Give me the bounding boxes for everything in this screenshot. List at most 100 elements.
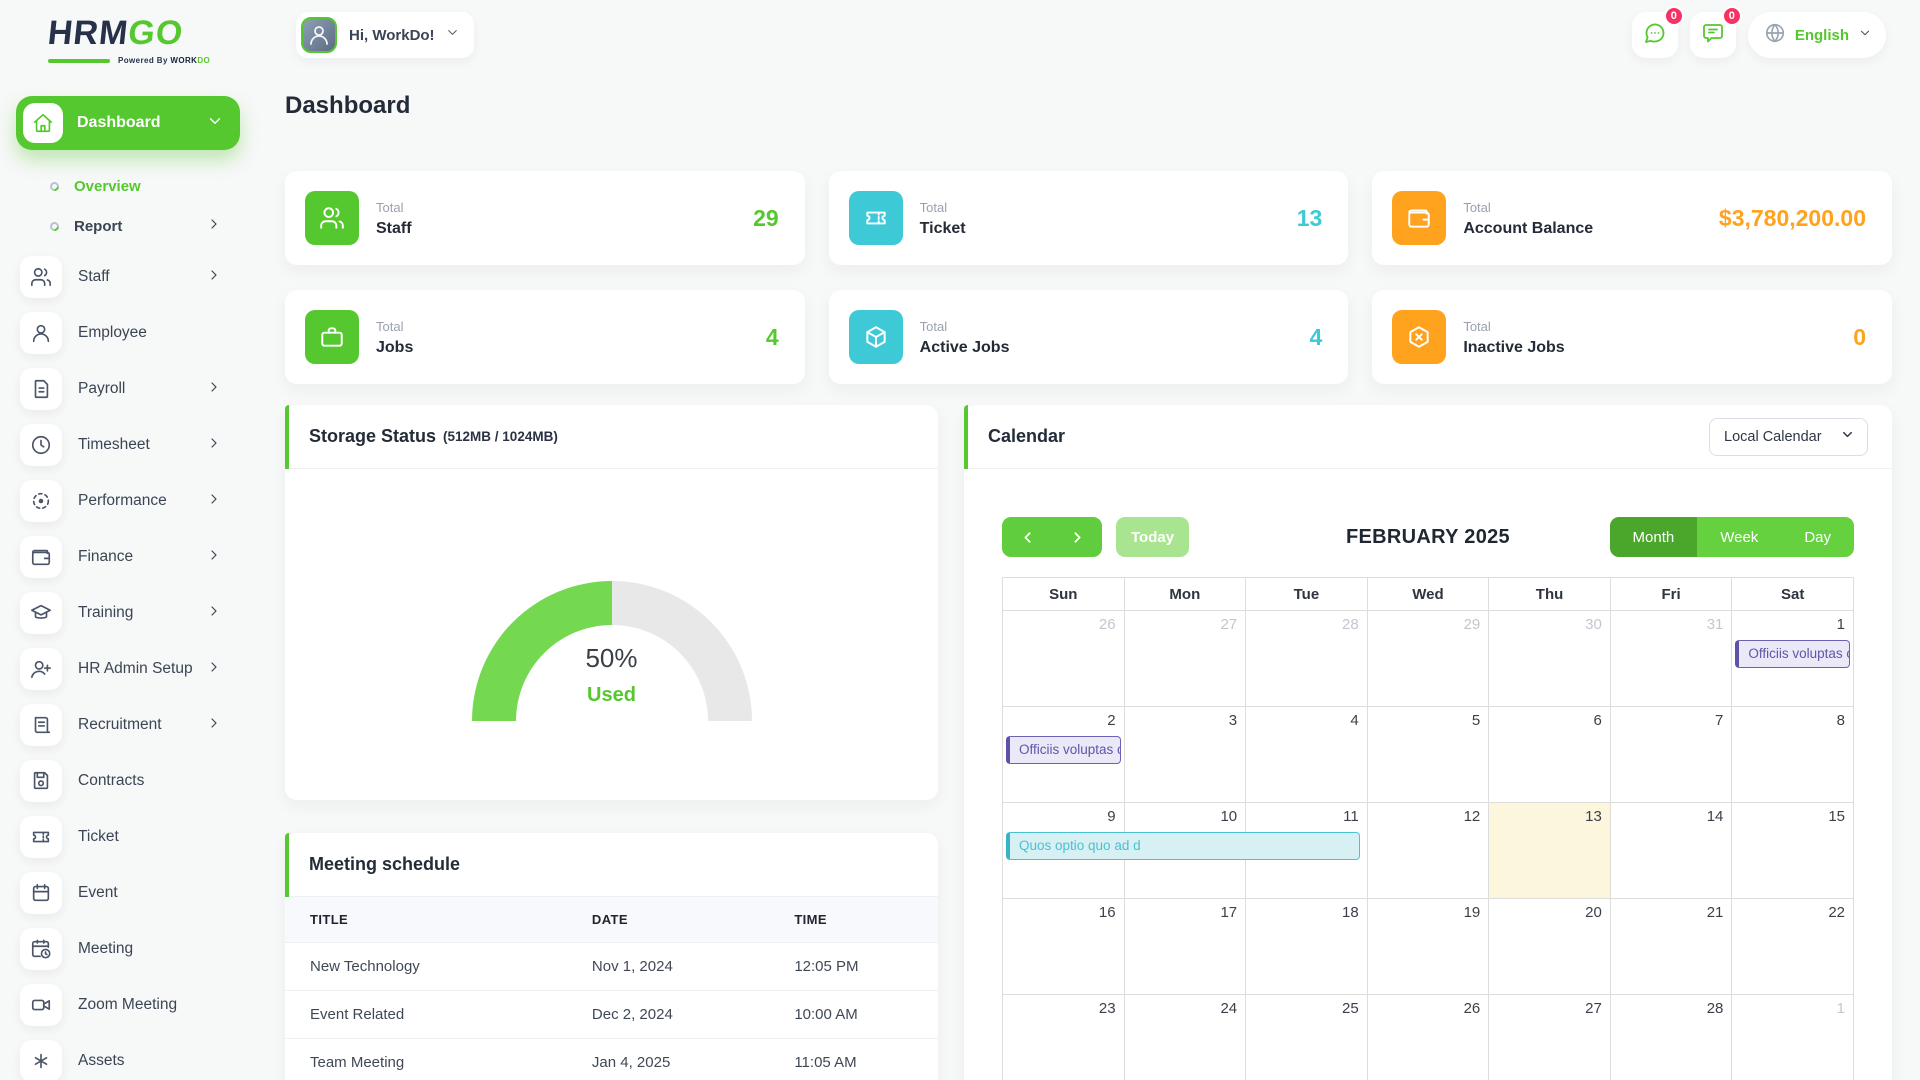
sidebar-item-zoom-meeting[interactable]: Zoom Meeting [0,984,260,1026]
stat-card-staff[interactable]: TotalStaff 29 [285,171,805,265]
gauge-percent-label: 50% [472,643,752,674]
chevron-right-icon [206,216,222,237]
sidebar-item-ticket[interactable]: Ticket [0,816,260,858]
calendar-day-cell[interactable]: 16 [1003,899,1125,995]
sidebar-item-staff[interactable]: Staff [0,256,260,298]
chat-icon [1643,21,1667,50]
calendar-day-cell[interactable]: 6 [1489,707,1611,803]
table-row: New Technology Nov 1, 2024 12:05 PM [285,943,938,991]
sidebar-item-training[interactable]: Training [0,592,260,634]
brand-logo[interactable]: HRMGO Powered By WORKDO [48,16,218,65]
calendar-week-row: 2 Officiis voluptas c 3 4 5 6 7 8 [1003,707,1854,803]
sidebar-item-performance[interactable]: Performance [0,480,260,522]
messages-badge: 0 [1722,6,1742,26]
calendar-day-cell[interactable]: 22 [1732,899,1854,995]
calendar-day-cell[interactable]: 27 [1489,995,1611,1080]
calendar-day-cell[interactable]: 1 Officiis voluptas c [1732,611,1854,707]
user-menu[interactable]: Hi, WorkDo! [296,12,474,58]
users-icon [305,191,359,245]
calendar-day-cell[interactable]: 26 [1367,995,1489,1080]
calendar-day-cell[interactable]: 1 [1732,995,1854,1080]
messages-button[interactable]: 0 [1690,12,1736,58]
calendar-day-cell[interactable]: 17 [1124,899,1246,995]
calendar-day-cell[interactable]: 4 [1246,707,1368,803]
calendar-day-cell[interactable]: 9 Quos optio quo ad d [1003,803,1125,899]
sidebar-item-contracts[interactable]: Contracts [0,760,260,802]
sidebar-item-hr-admin-setup[interactable]: HR Admin Setup [0,648,260,690]
sidebar-item-meeting[interactable]: Meeting [0,928,260,970]
calendar-day-cell[interactable]: 5 [1367,707,1489,803]
sidebar-item-assets[interactable]: Assets [0,1040,260,1080]
stat-card-jobs[interactable]: TotalJobs 4 [285,290,805,384]
stat-value: 4 [766,324,779,351]
sidebar-item-recruitment[interactable]: Recruitment [0,704,260,746]
calendar-event[interactable]: Officiis voluptas c [1735,640,1850,668]
sidebar-item-payroll[interactable]: Payroll [0,368,260,410]
chevron-right-icon [206,267,222,288]
brand-underline [48,59,110,63]
package-icon [849,310,903,364]
calendar-day-cell[interactable]: 26 [1003,611,1125,707]
day-number: 1 [1837,1000,1845,1017]
calendar-day-cell-today[interactable]: 13 [1489,803,1611,899]
calendar-day-cell[interactable]: 28 [1246,611,1368,707]
calendar-day-cell[interactable]: 15 [1732,803,1854,899]
sidebar-item-event[interactable]: Event [0,872,260,914]
language-selector[interactable]: English [1748,12,1886,58]
calendar-day-cell[interactable]: 25 [1246,995,1368,1080]
calendar-day-cell[interactable]: 19 [1367,899,1489,995]
prev-month-button[interactable] [1002,517,1052,557]
calendar-day-cell[interactable]: 18 [1246,899,1368,995]
stat-value: 29 [753,205,779,232]
sidebar-item-label: Staff [78,268,110,286]
meeting-time-cell: 11:05 AM [794,1039,938,1080]
day-number: 26 [1464,1000,1481,1017]
today-button[interactable]: Today [1116,517,1189,557]
sidebar: Dashboard Overview Report Staff Employee [0,96,260,1080]
calendar-day-cell[interactable]: 7 [1610,707,1732,803]
day-number: 21 [1707,904,1724,921]
calendar-day-cell[interactable]: 23 [1003,995,1125,1080]
calendar-day-cell[interactable]: 20 [1489,899,1611,995]
bullet-icon [48,180,61,193]
view-day-button[interactable]: Day [1781,517,1854,557]
calendar-source-select[interactable]: Local Calendar [1709,418,1868,456]
calendar-grid: Sun Mon Tue Wed Thu Fri Sat 26 27 28 29 … [1002,577,1854,1080]
day-header-wed: Wed [1367,578,1489,611]
calendar-day-cell[interactable]: 8 [1732,707,1854,803]
calendar-day-cell[interactable]: 3 [1124,707,1246,803]
view-month-button[interactable]: Month [1610,517,1698,557]
calendar-event[interactable]: Quos optio quo ad d [1006,832,1360,860]
stat-card-ticket[interactable]: TotalTicket 13 [829,171,1349,265]
calendar-day-cell[interactable]: 27 [1124,611,1246,707]
calendar-event[interactable]: Officiis voluptas c [1006,736,1121,764]
calendar-day-cell[interactable]: 21 [1610,899,1732,995]
calendar-day-cell[interactable]: 12 [1367,803,1489,899]
sidebar-item-label: Payroll [78,380,125,398]
sidebar-item-timesheet[interactable]: Timesheet [0,424,260,466]
stat-card-account-balance[interactable]: TotalAccount Balance $3,780,200.00 [1372,171,1892,265]
next-month-button[interactable] [1052,517,1102,557]
calendar-day-cell[interactable]: 24 [1124,995,1246,1080]
calendar-day-cell[interactable]: 29 [1367,611,1489,707]
chat-button[interactable]: 0 [1632,12,1678,58]
stat-card-inactive-jobs[interactable]: TotalInactive Jobs 0 [1372,290,1892,384]
storage-card-header: Storage Status (512MB / 1024MB) [285,405,938,469]
calendar-day-cell[interactable]: 28 [1610,995,1732,1080]
sidebar-item-label: Timesheet [78,436,150,454]
sidebar-item-overview[interactable]: Overview [0,166,260,206]
sidebar-item-dashboard[interactable]: Dashboard [16,96,240,150]
stat-card-active-jobs[interactable]: TotalActive Jobs 4 [829,290,1349,384]
calendar-nav-group [1002,517,1102,557]
calendar-day-cell[interactable]: 30 [1489,611,1611,707]
calendar-day-cell[interactable]: 14 [1610,803,1732,899]
calendar-card-header: Calendar Local Calendar [964,405,1892,469]
day-number: 26 [1099,616,1116,633]
table-row: Team Meeting Jan 4, 2025 11:05 AM [285,1039,938,1080]
sidebar-item-employee[interactable]: Employee [0,312,260,354]
view-week-button[interactable]: Week [1697,517,1781,557]
sidebar-item-report[interactable]: Report [0,206,260,246]
sidebar-item-finance[interactable]: Finance [0,536,260,578]
calendar-day-cell[interactable]: 31 [1610,611,1732,707]
calendar-day-cell[interactable]: 2 Officiis voluptas c [1003,707,1125,803]
